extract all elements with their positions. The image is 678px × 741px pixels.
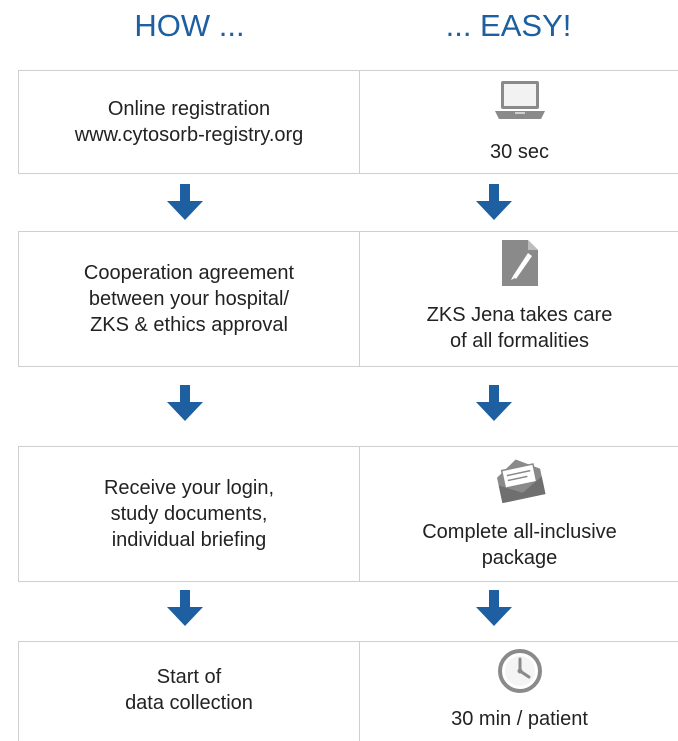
envelope-icon xyxy=(496,459,545,504)
arrow-down-icon xyxy=(167,385,203,421)
step-2-how-line-1: Cooperation agreement xyxy=(83,262,295,284)
document-pen-icon xyxy=(501,240,538,286)
step-3-box: Receive your login, study documents, ind… xyxy=(18,446,678,582)
step-3-easy-line-1: Complete all-inclusive xyxy=(422,521,617,543)
arrow-down-icon xyxy=(476,385,512,421)
step-3-how: Receive your login, study documents, ind… xyxy=(19,447,359,581)
arrow-down-icon xyxy=(167,590,203,626)
heading-easy: ... EASY! xyxy=(445,8,572,43)
step-2-box: Cooperation agreement between your hospi… xyxy=(18,231,678,367)
step-2-how-line-3: ZKS & ethics approval xyxy=(90,314,288,336)
step-1-easy: 30 sec xyxy=(360,71,678,173)
step-4-box: Start of data collection 30 min / patien… xyxy=(18,641,678,741)
step-4-easy-line-1: 30 min / patient xyxy=(451,708,588,730)
step-3-easy-line-2: package xyxy=(481,547,558,569)
step-3-how-line-3: individual briefing xyxy=(111,529,267,551)
step-1-how-line-1: Online registration xyxy=(107,98,271,120)
arrow-down-icon xyxy=(167,184,203,220)
step-2-easy-line-2: of all formalities xyxy=(450,330,589,352)
step-1-box: Online registration www.cytosorb-registr… xyxy=(18,70,678,174)
step-2-easy-line-1: ZKS Jena takes care xyxy=(426,304,613,326)
arrow-down-icon xyxy=(476,590,512,626)
step-1-how-line-2: www.cytosorb-registry.org xyxy=(74,124,304,146)
step-3-how-line-2: study documents, xyxy=(110,503,268,525)
step-2-how-line-2: between your hospital/ xyxy=(88,288,290,310)
step-4-how: Start of data collection xyxy=(19,642,359,737)
step-1-how: Online registration www.cytosorb-registr… xyxy=(19,71,359,173)
laptop-icon xyxy=(494,81,545,119)
step-3-how-line-1: Receive your login, xyxy=(103,477,275,499)
clock-icon xyxy=(497,649,542,693)
step-2-easy: ZKS Jena takes care of all formalities xyxy=(360,232,678,366)
step-2-how: Cooperation agreement between your hospi… xyxy=(19,232,359,366)
heading-how: HOW ... xyxy=(134,8,245,43)
step-1-easy-line-1: 30 sec xyxy=(490,141,549,163)
step-4-how-line-1: Start of xyxy=(156,665,222,688)
step-3-easy: Complete all-inclusive package xyxy=(360,447,678,581)
arrow-down-icon xyxy=(476,184,512,220)
step-4-easy: 30 min / patient xyxy=(360,642,678,741)
step-4-how-line-2: data collection xyxy=(125,691,253,714)
